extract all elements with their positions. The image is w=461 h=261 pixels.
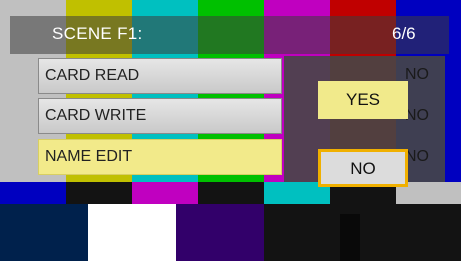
menu-item-label: NAME EDIT	[45, 148, 133, 165]
page-title: SCENE F1:	[52, 24, 143, 43]
menu-item-card-write[interactable]: CARD WRITE	[38, 98, 282, 134]
name-edit-value: NO	[405, 148, 429, 165]
page-counter: 6/6	[392, 24, 416, 43]
yes-button[interactable]: YES	[318, 81, 408, 119]
card-read-value: NO	[405, 66, 429, 83]
no-button[interactable]: NO	[318, 149, 408, 187]
menu-item-name-edit[interactable]: NAME EDIT	[38, 139, 282, 175]
menu-item-card-read[interactable]: CARD READ	[38, 58, 282, 94]
menu-item-label: CARD WRITE	[45, 107, 147, 124]
menu-item-label: CARD READ	[45, 67, 140, 84]
card-write-value: NO	[405, 107, 429, 124]
